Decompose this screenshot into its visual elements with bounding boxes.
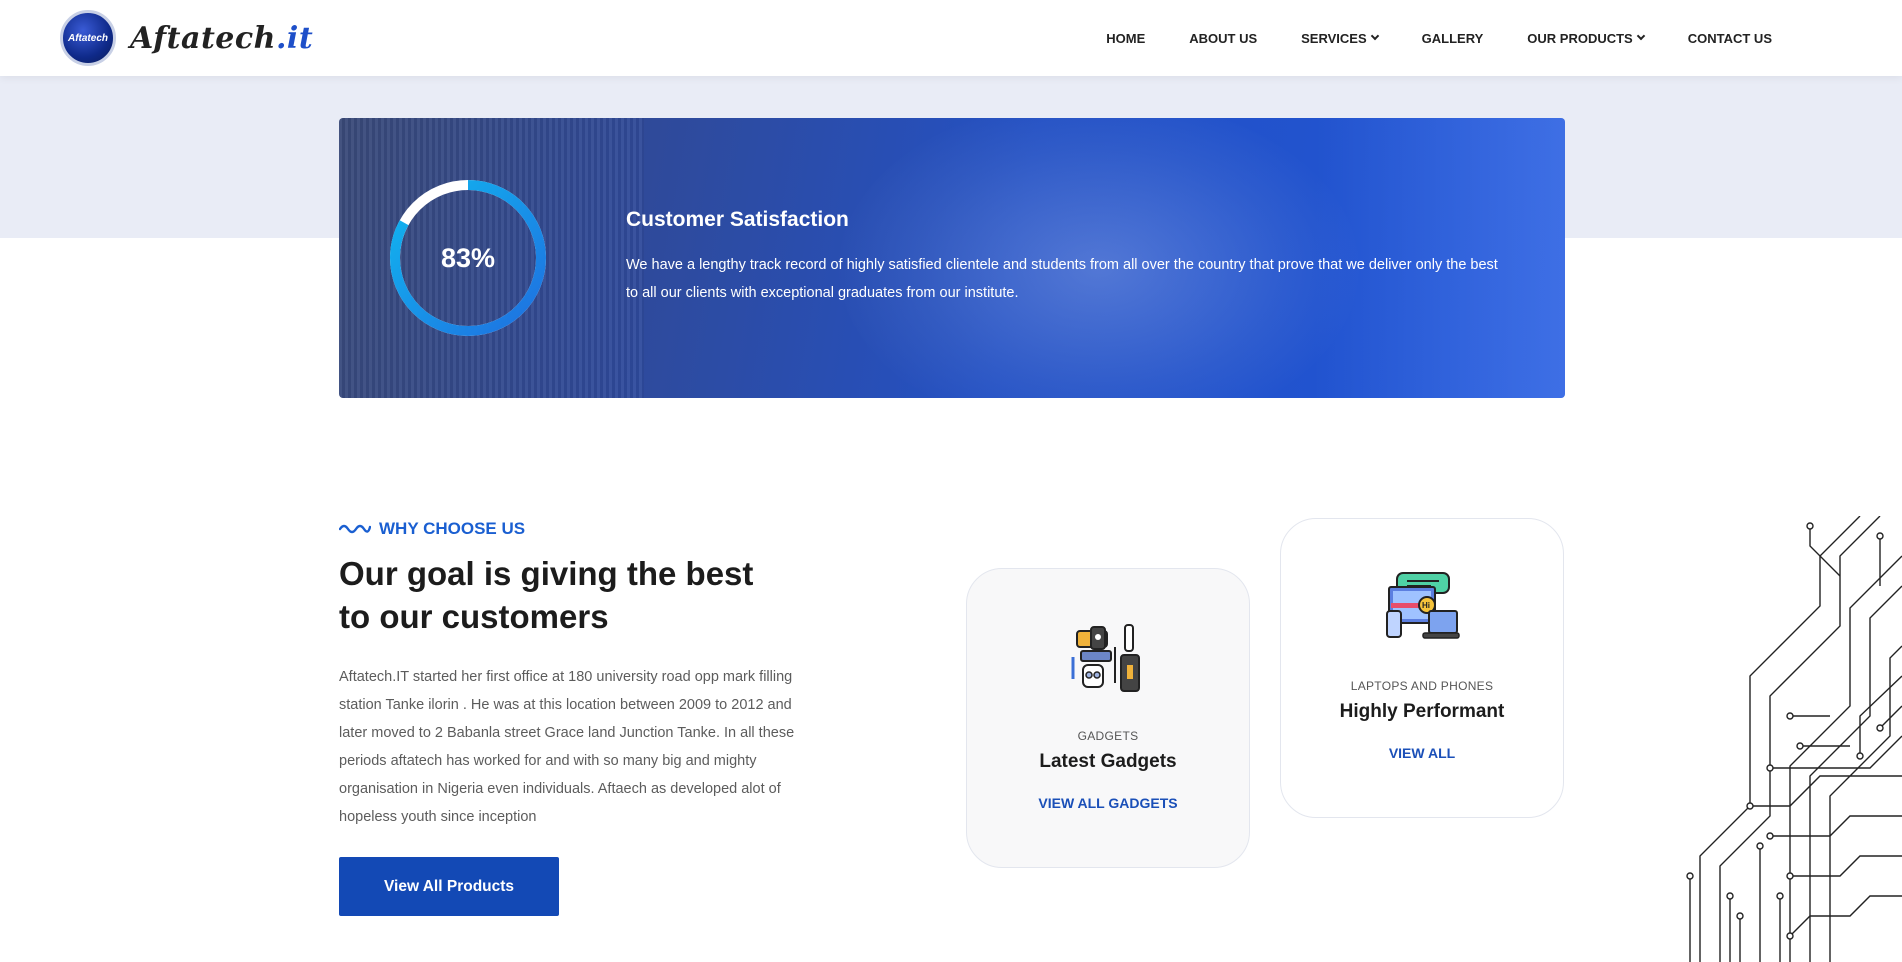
circuit-board-decoration [1686, 516, 1902, 962]
nav-about-us-label: ABOUT US [1189, 30, 1258, 46]
site-header: Aftatech Aftatech.it HOME ABOUT US SERVI… [0, 0, 1902, 76]
product-card-gadgets[interactable]: GADGETS Latest Gadgets VIEW ALL GADGETS [966, 568, 1250, 868]
satisfaction-title: Customer Satisfaction [626, 208, 849, 231]
satisfaction-text: We have a lengthy track record of highly… [626, 257, 1498, 301]
section-description: Aftatech.IT started her first office at … [339, 669, 795, 825]
logo-wordmark: Aftatech.it [130, 21, 313, 56]
laptop-phone-icon: Hi [1386, 572, 1460, 639]
card-category: GADGETS [1077, 729, 1139, 743]
nav-services-label: SERVICES [1301, 30, 1367, 46]
satisfaction-percent: 83% [440, 242, 496, 273]
logo-badge-text: Aftatech [67, 32, 108, 44]
chevron-down-icon [1370, 31, 1379, 41]
nav-gallery[interactable]: GALLERY [1422, 31, 1484, 46]
nav-our-products[interactable]: OUR PRODUCTS [1527, 30, 1645, 46]
nav-services[interactable]: SERVICES [1301, 30, 1379, 46]
nav-about-us[interactable]: ABOUT US [1189, 31, 1257, 46]
chevron-down-icon [1636, 31, 1645, 41]
wave-icon [339, 524, 371, 534]
nav-contact-us[interactable]: CONTACT US [1688, 31, 1772, 46]
nav-home-label: HOME [1106, 30, 1146, 46]
eyebrow-text: WHY CHOOSE US [379, 519, 526, 538]
view-all-gadgets-link[interactable]: VIEW ALL GADGETS [967, 795, 1249, 811]
card-title: Latest Gadgets [1039, 751, 1177, 772]
logo-badge-icon: Aftatech [60, 10, 116, 66]
main-nav: HOME ABOUT US SERVICES GALLERY OUR PRODU… [1106, 0, 1772, 76]
nav-home[interactable]: HOME [1106, 31, 1145, 46]
nav-gallery-label: GALLERY [1421, 30, 1484, 46]
nav-our-products-label: OUR PRODUCTS [1527, 30, 1633, 46]
satisfaction-banner: 83% Customer Satisfaction We have a leng… [339, 118, 1565, 398]
logo-text-main: Aftatech [130, 20, 276, 56]
view-all-products-button[interactable]: View All Products [339, 857, 559, 916]
section-heading: Our goal is giving the best to our custo… [339, 555, 754, 635]
logo-text-accent: .it [275, 20, 314, 56]
gadgets-icon [1071, 624, 1140, 692]
site-logo[interactable]: Aftatech Aftatech.it [60, 10, 313, 66]
svg-text:Hi: Hi [1422, 601, 1430, 610]
section-eyebrow: WHY CHOOSE US [339, 519, 525, 539]
nav-contact-us-label: CONTACT US [1687, 30, 1772, 46]
